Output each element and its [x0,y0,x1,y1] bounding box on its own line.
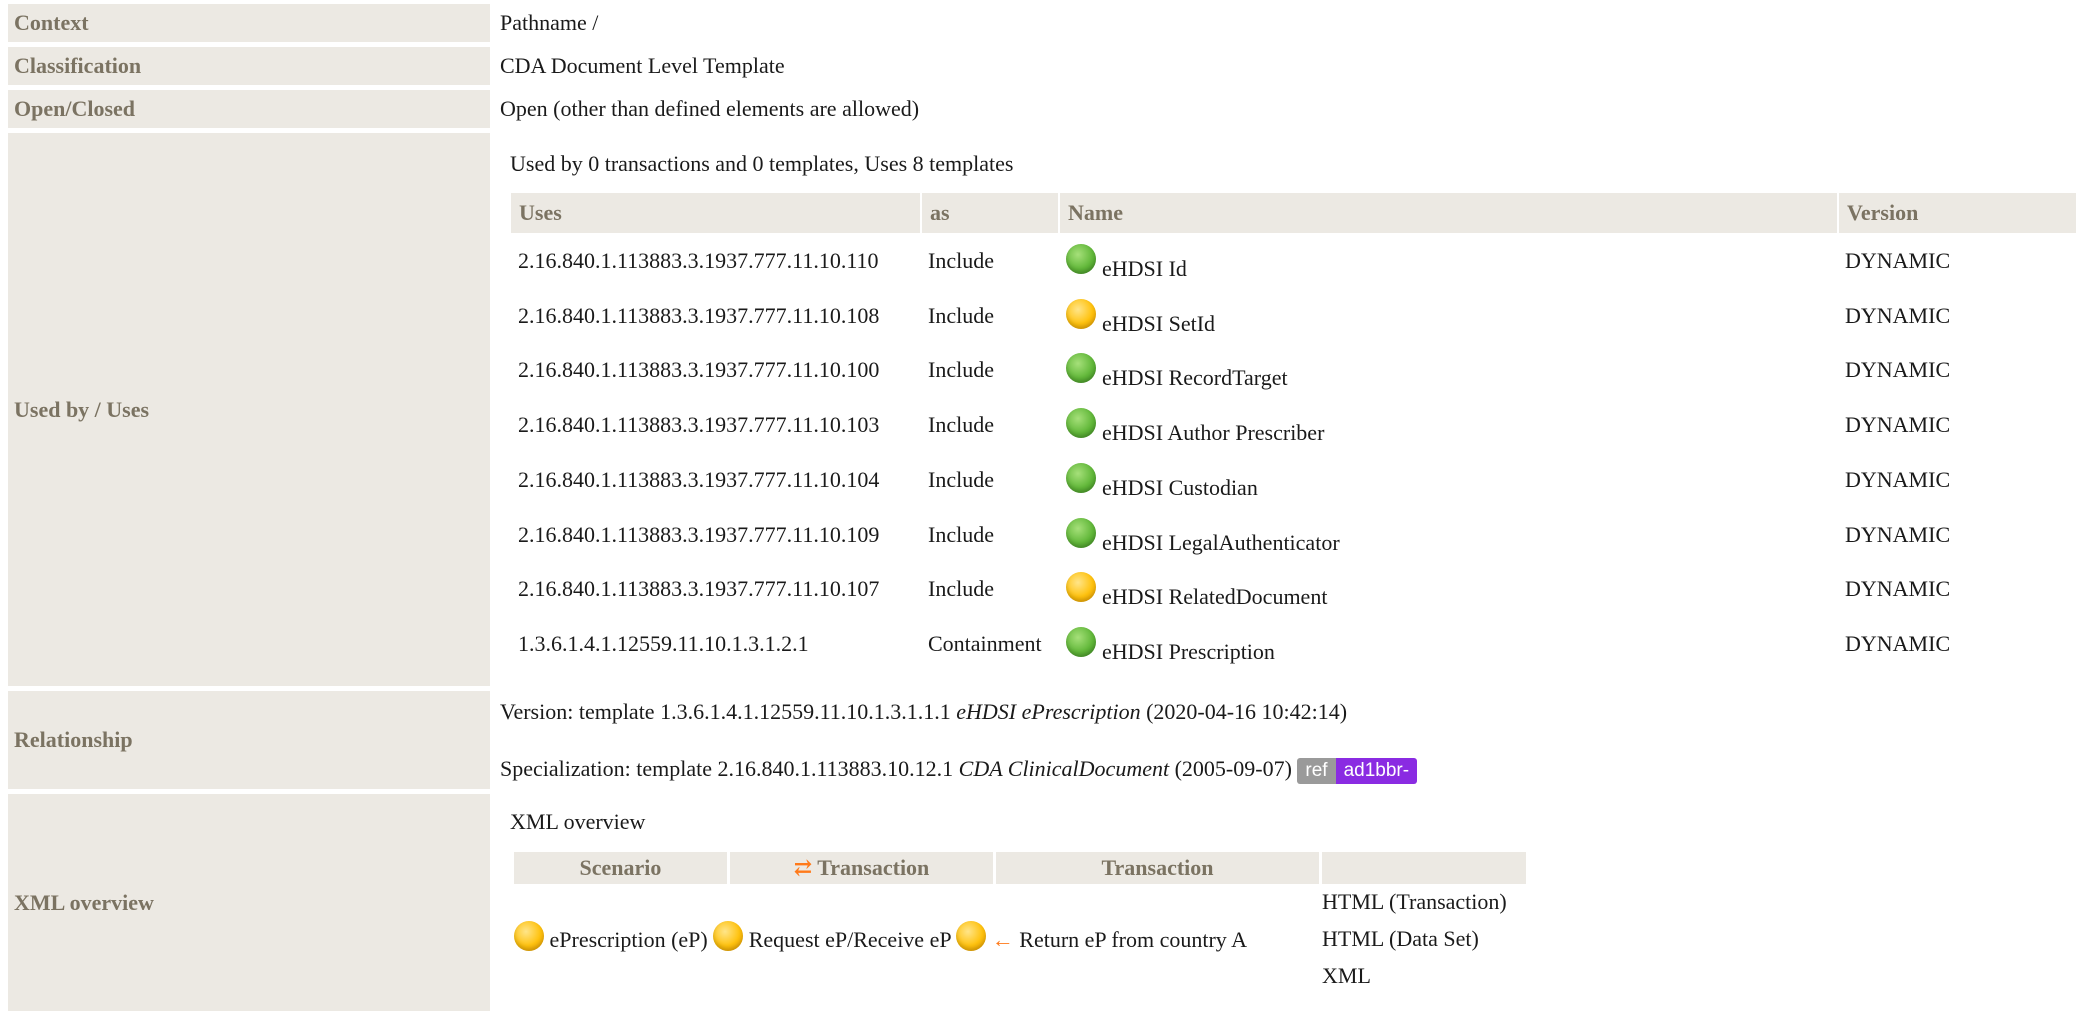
uses-oid-cell: 1.3.6.1.4.1.12559.11.10.1.3.1.2.1 [518,631,809,656]
status-yellow-icon [1066,299,1096,329]
spec-date: (2005-09-07) [1174,756,1292,781]
transaction-header-1: ⇄ Transaction [730,852,993,884]
uses-version-cell: DYNAMIC [1845,248,1951,273]
html-transaction-link[interactable]: HTML (Transaction) [1322,889,1507,915]
version-template-link[interactable]: eHDSI ePrescription [956,699,1140,724]
uses-name-cell: eHDSI LegalAuthenticator [1066,518,1340,555]
uses-name-cell: eHDSI Prescription [1066,627,1275,664]
uses-version-cell: DYNAMIC [1845,303,1951,328]
context-label-text: Context [14,10,89,35]
uses-name-cell: eHDSI RelatedDocument [1066,572,1327,609]
template-name-link[interactable]: eHDSI Author Prescriber [1102,420,1324,445]
status-green-icon [1066,463,1096,493]
xml-link[interactable]: XML [1322,963,1371,989]
template-name-link[interactable]: eHDSI SetId [1102,311,1215,336]
version-prefix: Version: template 1.3.6.1.4.1.12559.11.1… [500,699,951,724]
used-by-label: Used by / Uses [8,133,490,686]
spec-prefix: Specialization: template 2.16.840.1.1138… [500,756,954,781]
uses-as-cell: Containment [928,631,1042,656]
context-value: Pathname / [500,10,599,35]
status-green-icon [1066,518,1096,548]
template-details: Context Pathname / Classification CDA Do… [0,0,2076,1011]
spec-template-link[interactable]: CDA ClinicalDocument [959,756,1169,781]
context-label: Context [8,4,490,42]
uses-version-cell: DYNAMIC [1845,467,1951,492]
status-green-icon [1066,353,1096,383]
transaction-header-2: Transaction [996,852,1319,884]
xml-overview-label-text: XML overview [14,889,154,915]
transaction-2-value: Return eP from country A [1019,927,1247,953]
scenario-value: ePrescription (eP) [549,927,708,953]
relationship-specialization: Specialization: template 2.16.840.1.1138… [500,756,1418,784]
version-date: (2020-04-16 10:42:14) [1146,699,1348,724]
status-green-icon [1066,244,1096,274]
name-header: Name [1060,193,1837,233]
uses-version-cell: DYNAMIC [1845,412,1951,437]
relationship-label: Relationship [8,691,490,789]
uses-oid-cell: 2.16.840.1.113883.3.1937.777.11.10.108 [518,303,880,328]
uses-version-cell: DYNAMIC [1845,631,1951,656]
uses-oid-cell: 2.16.840.1.113883.3.1937.777.11.10.103 [518,412,880,437]
uses-oid-cell: 2.16.840.1.113883.3.1937.777.11.10.110 [518,248,879,273]
transaction-status-icon [713,921,744,951]
uses-version-cell: DYNAMIC [1845,522,1951,547]
uses-name-cell: eHDSI Custodian [1066,463,1258,500]
uses-as-cell: Include [928,576,994,601]
as-header: as [922,193,1058,233]
template-name-link[interactable]: eHDSI Custodian [1102,475,1258,500]
open-closed-value: Open (other than defined elements are al… [500,96,920,121]
uses-name-cell: eHDSI Author Prescriber [1066,408,1324,445]
uses-oid-cell: 2.16.840.1.113883.3.1937.777.11.10.100 [518,357,880,382]
uses-as-cell: Include [928,522,994,547]
ref-id-badge[interactable]: ad1bbr- [1335,758,1418,784]
status-green-icon [1066,408,1096,438]
open-closed-label-text: Open/Closed [14,96,136,121]
used-by-summary: Used by 0 transactions and 0 templates, … [510,151,1014,176]
template-name-link[interactable]: eHDSI LegalAuthenticator [1102,530,1340,555]
open-closed-label: Open/Closed [8,90,490,128]
uses-oid-cell: 2.16.840.1.113883.3.1937.777.11.10.107 [518,576,880,601]
html-dataset-link[interactable]: HTML (Data Set) [1322,926,1479,952]
template-name-link[interactable]: eHDSI Id [1102,256,1187,281]
swap-arrows-icon: ⇄ [793,855,813,880]
status-green-icon [1066,627,1096,657]
uses-as-cell: Include [928,412,994,437]
xml-overview-caption: XML overview [510,809,646,834]
uses-oid-cell: 2.16.840.1.113883.3.1937.777.11.10.109 [518,522,880,547]
scenario-header: Scenario [514,852,727,884]
transaction-2-status-icon [956,921,987,951]
scenario-status-icon [514,921,544,951]
uses-name-cell: eHDSI Id [1066,244,1187,281]
xml-overview-row: ePrescription (eP) Request eP/Receive eP… [514,921,1247,957]
classification-label: Classification [8,47,490,85]
uses-name-cell: eHDSI SetId [1066,299,1215,336]
transaction-1-value: Request eP/Receive eP [748,927,951,953]
uses-as-cell: Include [928,467,994,492]
transaction-header-1-text: Transaction [817,855,930,880]
ref-badge: ref [1297,758,1336,784]
relationship-version: Version: template 1.3.6.1.4.1.12559.11.1… [500,699,1347,725]
classification-value: CDA Document Level Template [500,53,785,78]
template-name-link[interactable]: eHDSI RelatedDocument [1102,584,1327,609]
template-name-link[interactable]: eHDSI RecordTarget [1102,365,1288,390]
version-header: Version [1839,193,2076,233]
template-name-link[interactable]: eHDSI Prescription [1102,639,1275,664]
relationship-label-text: Relationship [14,727,133,752]
uses-name-cell: eHDSI RecordTarget [1066,353,1288,390]
uses-version-cell: DYNAMIC [1845,357,1951,382]
links-header [1322,852,1526,884]
status-yellow-icon [1066,572,1096,602]
uses-oid-cell: 2.16.840.1.113883.3.1937.777.11.10.104 [518,467,880,492]
classification-label-text: Classification [14,53,142,78]
used-by-label-text: Used by / Uses [14,396,150,422]
arrow-left-icon: ← [991,927,1014,953]
uses-as-cell: Include [928,303,994,328]
xml-overview-label: XML overview [8,794,490,1011]
uses-header: Uses [511,193,920,233]
uses-as-cell: Include [928,357,994,382]
uses-version-cell: DYNAMIC [1845,576,1951,601]
uses-as-cell: Include [928,248,994,273]
